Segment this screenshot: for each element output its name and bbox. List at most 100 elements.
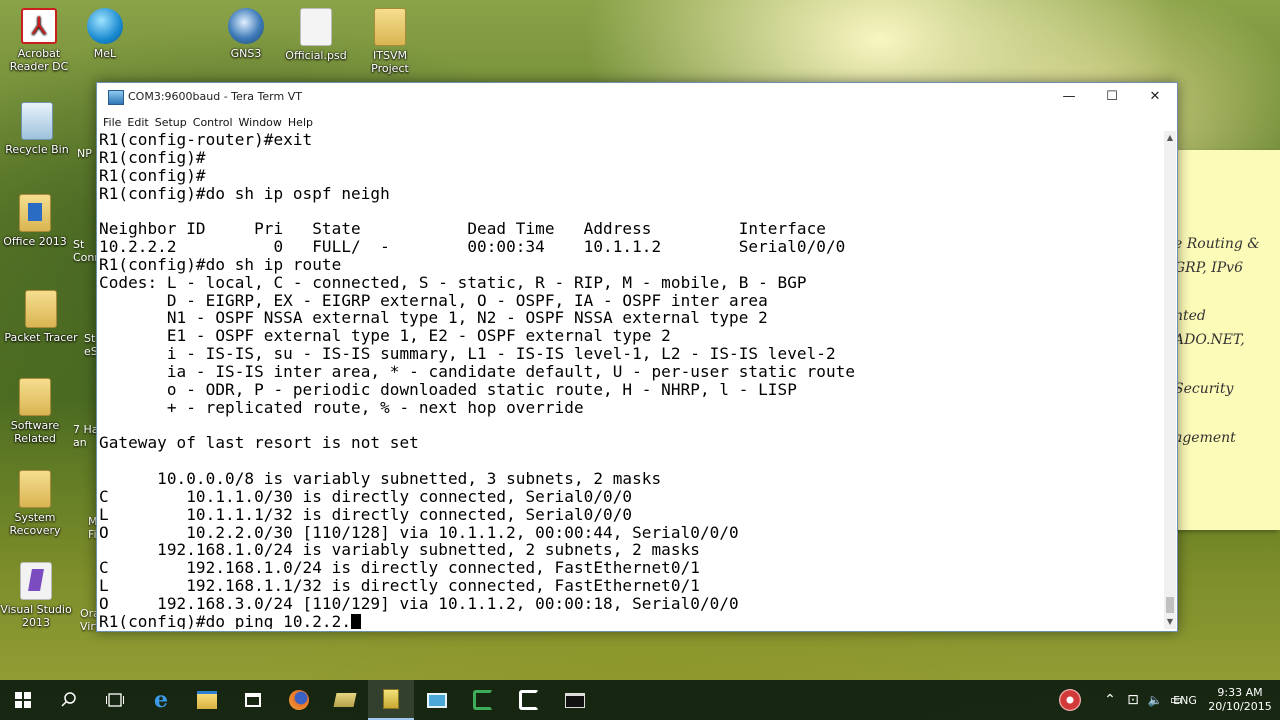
folder-icon — [25, 290, 57, 328]
clock-date: 20/10/2015 — [1208, 700, 1272, 713]
input-language[interactable]: ENG — [1170, 680, 1200, 720]
clock-time: 9:33 AM — [1217, 686, 1263, 699]
close-button[interactable]: ✕ — [1133, 83, 1177, 111]
mel-shortcut[interactable]: MeL — [67, 8, 143, 60]
icon-label: Acrobat Reader DC — [9, 47, 69, 73]
menu-window[interactable]: Window — [236, 113, 285, 133]
terminal-line: 10.0.0.0/8 is variably subnetted, 3 subn… — [99, 469, 662, 489]
taskbar-camtasia[interactable] — [460, 680, 506, 720]
maximize-button[interactable]: ☐ — [1090, 83, 1134, 111]
camtasia-icon — [473, 690, 493, 710]
network-app-icon — [427, 692, 447, 708]
sticky-line: agement — [1174, 430, 1236, 446]
sticky-line: ADO.NET, — [1174, 332, 1245, 348]
cmd-icon — [565, 692, 585, 708]
icon-label: Official.psd — [285, 49, 347, 62]
terminal-line: R1(config)#do sh ip route — [99, 254, 342, 274]
gns3-icon — [228, 8, 264, 44]
firefox-icon — [289, 690, 309, 710]
scrollbar-thumb[interactable] — [1166, 597, 1174, 613]
terminal-line: ia - IS-IS inter area, * - candidate def… — [99, 361, 856, 381]
file-icon — [300, 8, 332, 46]
gns3-shortcut[interactable]: GNS3 — [208, 8, 284, 60]
menu-help[interactable]: Help — [285, 113, 316, 133]
software-related-folder[interactable]: Software Related — [0, 378, 73, 445]
title-bar[interactable]: COM3:9600baud - Tera Term VT — ☐ ✕ — [97, 83, 1177, 111]
menu-control[interactable]: Control — [190, 113, 236, 133]
sticky-line: GRP, IPv6 — [1174, 260, 1243, 276]
scroll-up-icon[interactable]: ▲ — [1164, 131, 1176, 145]
network-tool-icon — [1059, 689, 1081, 711]
taskbar-network-app[interactable] — [414, 680, 460, 720]
official-psd-file[interactable]: Official.psd — [278, 8, 354, 62]
sticky-note[interactable]: e Routing & GRP, IPv6 nted ADO.NET, Secu… — [1170, 150, 1280, 530]
terminal-line: D - EIGRP, EX - EIGRP external, O - OSPF… — [99, 290, 768, 310]
terminal-line: R1(config-router)#exit — [99, 131, 313, 149]
taskbar-cmd[interactable] — [552, 680, 598, 720]
menu-setup[interactable]: Setup — [152, 113, 190, 133]
camtasia-recorder-icon — [519, 690, 539, 710]
packet-tracer-folder[interactable]: Packet Tracer — [3, 290, 79, 344]
taskbar-store[interactable] — [230, 680, 276, 720]
terminal-line: R1(config)# — [99, 147, 206, 167]
taskbar-folder[interactable] — [322, 680, 368, 720]
office-icon — [19, 194, 51, 232]
taskbar-file-explorer[interactable] — [184, 680, 230, 720]
tera-term-icon — [383, 689, 399, 709]
terminal-line: C 10.1.1.0/30 is directly connected, Ser… — [99, 486, 633, 506]
folder-icon — [19, 470, 51, 508]
tray-app-icon[interactable] — [1046, 680, 1094, 720]
icon-label: Visual Studio 2013 — [0, 603, 72, 629]
terminal-line: 192.168.1.0/24 is variably subnetted, 2 … — [99, 540, 700, 560]
terminal-area[interactable]: R1(config-router)#exit R1(config)# R1(co… — [99, 131, 1164, 629]
terminal-line: + - replicated route, % - next hop overr… — [99, 397, 584, 417]
clock[interactable]: 9:33 AM 20/10/2015 — [1204, 680, 1276, 720]
terminal-prompt-line[interactable]: R1(config)#do ping 10.2.2. — [99, 612, 1164, 629]
terminal-line: o - ODR, P - periodic downloaded static … — [99, 379, 797, 399]
icon-label: Office 2013 — [3, 235, 67, 248]
taskbar-firefox[interactable] — [276, 680, 322, 720]
taskbar-camtasia-recorder[interactable] — [506, 680, 552, 720]
taskbar-edge[interactable]: e — [138, 680, 184, 720]
terminal-line: L 10.1.1.1/32 is directly connected, Ser… — [99, 504, 633, 524]
volume-icon[interactable]: 🔈 — [1144, 680, 1166, 720]
menu-file[interactable]: File — [100, 113, 124, 133]
menu-edit[interactable]: Edit — [124, 113, 151, 133]
edge-icon: e — [154, 687, 168, 713]
system-recovery-folder[interactable]: System Recovery — [0, 470, 73, 537]
windows-icon — [15, 692, 31, 708]
text-cursor — [351, 613, 362, 629]
mel-icon — [87, 8, 123, 44]
terminal-output: R1(config-router)#exit R1(config)# R1(co… — [99, 131, 1164, 629]
acrobat-reader-shortcut[interactable]: ⅄ Acrobat Reader DC — [1, 8, 77, 73]
taskbar: e ⌃ ⊡ 🔈 ▭ ENG 9:33 AM 20/10/2015 — [0, 680, 1280, 720]
recycle-bin[interactable]: Recycle Bin — [0, 102, 75, 156]
store-icon — [245, 693, 261, 707]
acrobat-icon: ⅄ — [21, 8, 57, 44]
icon-label: System Recovery — [9, 511, 61, 537]
terminal-line: 10.2.2.2 0 FULL/ - 00:00:34 10.1.1.2 Ser… — [99, 237, 846, 257]
search-button[interactable] — [46, 680, 92, 720]
visual-studio-shortcut[interactable]: Visual Studio 2013 — [0, 562, 74, 629]
vertical-scrollbar[interactable]: ▲ ▼ — [1164, 131, 1176, 629]
sticky-line: e Routing & — [1174, 236, 1260, 252]
taskbar-tera-term[interactable] — [368, 680, 414, 720]
network-status-icon[interactable]: ⊡ — [1122, 680, 1144, 720]
recycle-bin-icon — [21, 102, 53, 140]
scroll-down-icon[interactable]: ▼ — [1164, 615, 1176, 629]
icon-label: Packet Tracer — [4, 331, 78, 344]
terminal-line: L 192.168.1.1/32 is directly connected, … — [99, 576, 700, 596]
minimize-button[interactable]: — — [1047, 83, 1091, 111]
desktop: ⅄ Acrobat Reader DC MeL GNS3 Official.ps… — [0, 0, 1280, 720]
tera-term-window[interactable]: COM3:9600baud - Tera Term VT — ☐ ✕ File E… — [96, 82, 1178, 632]
task-view-button[interactable] — [92, 680, 138, 720]
start-button[interactable] — [0, 680, 46, 720]
terminal-line: i - IS-IS, su - IS-IS summary, L1 - IS-I… — [99, 344, 836, 364]
itsvm-project-folder[interactable]: ITSVM Project — [352, 8, 428, 75]
tera-term-icon — [108, 90, 124, 105]
office-2013-folder[interactable]: Office 2013 — [0, 194, 73, 248]
terminal-line: R1(config)#do sh ip ospf neigh — [99, 183, 390, 203]
show-hidden-icons-button[interactable]: ⌃ — [1100, 680, 1120, 720]
